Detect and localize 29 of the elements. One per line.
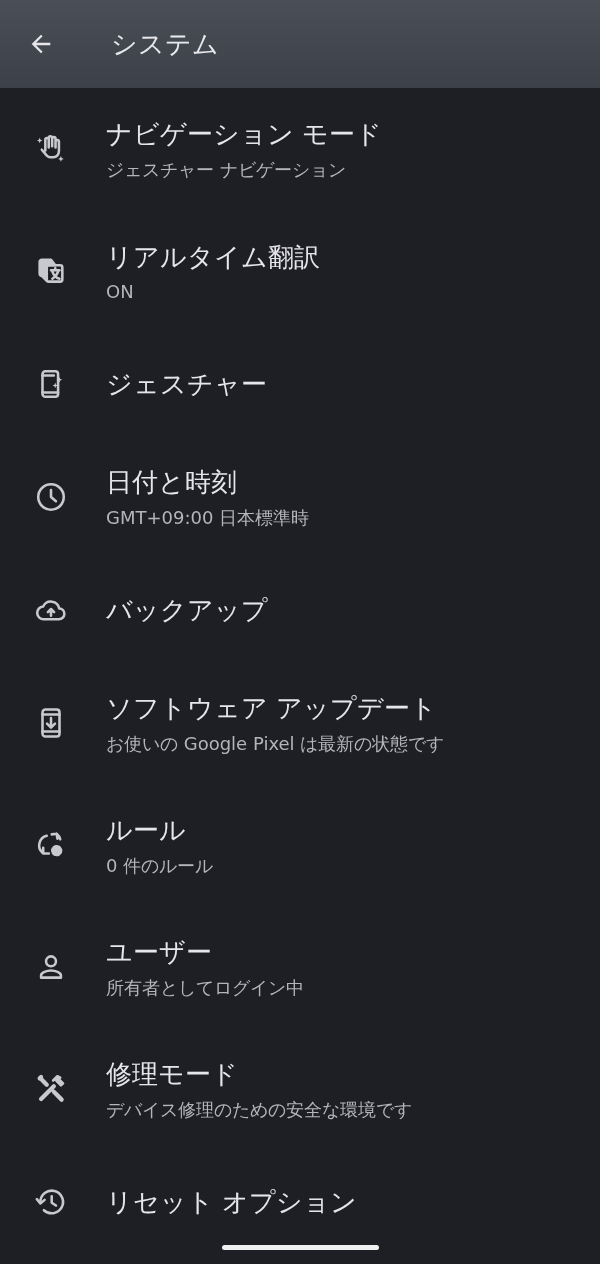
- item-title: ソフトウェア アップデート: [106, 691, 439, 725]
- item-title: ユーザー: [106, 935, 213, 969]
- item-subtitle: GMT+09:00 日本標準時: [106, 505, 310, 530]
- item-title: ナビゲーション モード: [106, 117, 383, 151]
- item-subtitle: 所有者としてログイン中: [106, 975, 304, 1000]
- item-title: リアルタイム翻訳: [106, 241, 320, 274]
- item-title: バックアップ: [106, 593, 268, 627]
- item-title: 修理モード: [106, 1057, 239, 1091]
- item-subtitle: お使いの Google Pixel は最新の状態です: [106, 731, 445, 756]
- settings-item[interactable]: リアルタイム翻訳 ON: [0, 210, 600, 332]
- settings-item[interactable]: リセット オプション: [0, 1150, 600, 1254]
- clock-icon: [34, 480, 68, 514]
- item-subtitle: ON: [106, 281, 135, 302]
- settings-item[interactable]: ソフトウェア アップデート お使いの Google Pixel は最新の状態です: [0, 662, 600, 784]
- settings-item[interactable]: ナビゲーション モード ジェスチャー ナビゲーション: [0, 88, 600, 210]
- page-title: システム: [111, 27, 219, 61]
- item-subtitle: デバイス修理のための安全な環境です: [106, 1097, 412, 1122]
- item-title: ジェスチャー: [106, 367, 267, 401]
- settings-item[interactable]: 日付と時刻 GMT+09:00 日本標準時: [0, 436, 600, 558]
- item-title: ルール: [106, 813, 187, 847]
- settings-item[interactable]: 修理モード デバイス修理のための安全な環境です: [0, 1028, 600, 1150]
- item-subtitle: 0 件のルール: [106, 853, 214, 878]
- settings-item[interactable]: ジェスチャー: [0, 332, 600, 436]
- item-subtitle: ジェスチャー ナビゲーション: [106, 157, 347, 182]
- settings-item[interactable]: ルール 0 件のルール: [0, 784, 600, 906]
- settings-item[interactable]: ユーザー 所有者としてログイン中: [0, 906, 600, 1028]
- item-title: リセット オプション: [106, 1185, 358, 1219]
- item-title: 日付と時刻: [106, 465, 238, 499]
- settings-item[interactable]: バックアップ: [0, 558, 600, 662]
